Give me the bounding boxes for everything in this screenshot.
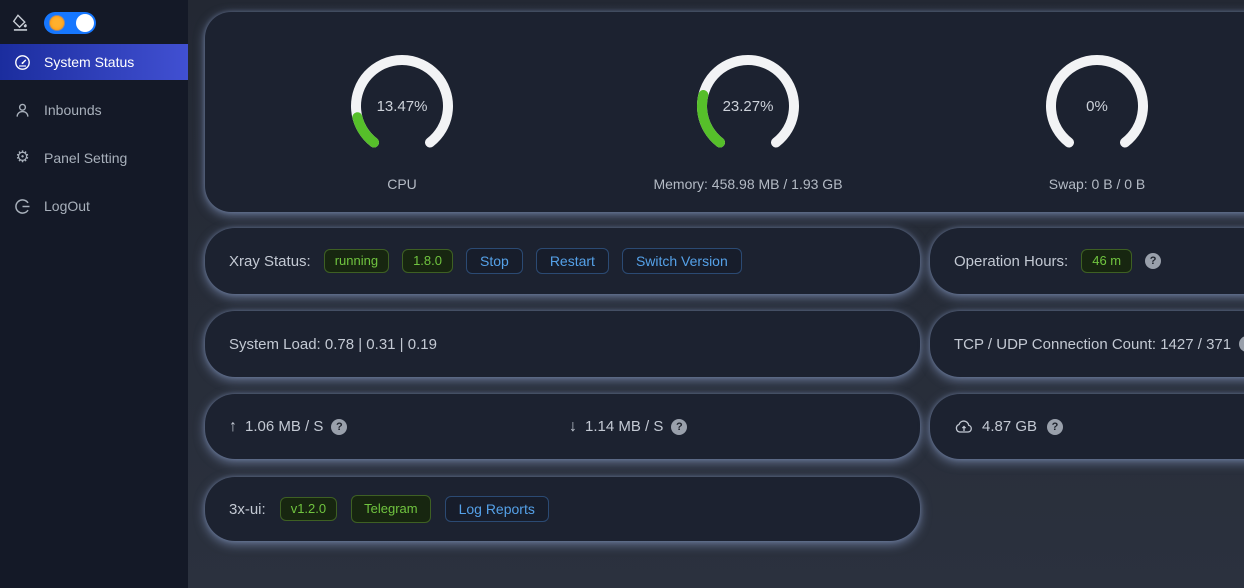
telegram-tag[interactable]: Telegram bbox=[351, 495, 430, 523]
download-speed-group: ↓ 1.14 MB / S ? bbox=[569, 418, 896, 436]
user-icon bbox=[14, 102, 31, 119]
gear-icon: ⚙ bbox=[14, 150, 31, 166]
memory-label: Memory: 458.98 MB / 1.93 GB bbox=[653, 176, 842, 192]
swap-gauge: 0% Swap: 0 B / 0 B bbox=[1027, 46, 1167, 166]
sun-icon bbox=[50, 16, 64, 30]
sidebar-header bbox=[0, 0, 188, 38]
dashboard-icon bbox=[14, 54, 31, 71]
restart-button[interactable]: Restart bbox=[536, 248, 609, 274]
cpu-percent: 13.47% bbox=[342, 46, 462, 166]
question-icon[interactable]: ? bbox=[331, 419, 347, 435]
sidebar-item-label: System Status bbox=[44, 54, 134, 70]
connection-count-text: TCP / UDP Connection Count: 1427 / 371 bbox=[954, 336, 1231, 353]
question-icon[interactable]: ? bbox=[1145, 253, 1161, 269]
sidebar-item-logout[interactable]: LogOut bbox=[0, 188, 188, 224]
upload-speed-text: 1.06 MB / S bbox=[245, 418, 323, 435]
xray-status-label: Xray Status: bbox=[229, 253, 311, 270]
system-load-text: System Load: 0.78 | 0.31 | 0.19 bbox=[229, 336, 437, 353]
resource-gauges-card: 13.47% CPU 23.27% Memory: 458.98 MB / 1.… bbox=[205, 12, 1244, 212]
stop-button[interactable]: Stop bbox=[466, 248, 523, 274]
sidebar-item-panel-setting[interactable]: ⚙ Panel Setting bbox=[0, 140, 188, 176]
panel-version-tag: v1.2.0 bbox=[280, 497, 337, 521]
logout-icon bbox=[14, 198, 31, 215]
download-speed-text: 1.14 MB / S bbox=[585, 418, 663, 435]
cloud-upload-icon bbox=[954, 419, 974, 435]
question-icon[interactable]: ? bbox=[1047, 419, 1063, 435]
sidebar: System Status Inbounds ⚙ Panel Setting bbox=[0, 0, 188, 588]
memory-gauge-arc: 23.27% bbox=[688, 46, 808, 166]
sidebar-item-system-status[interactable]: System Status bbox=[0, 44, 188, 80]
swap-label: Swap: 0 B / 0 B bbox=[1049, 176, 1146, 192]
xray-status-card: Xray Status: running 1.8.0 Stop Restart … bbox=[205, 228, 920, 294]
cpu-label: CPU bbox=[387, 176, 417, 192]
sidebar-item-label: LogOut bbox=[44, 198, 90, 214]
question-icon[interactable]: ? bbox=[1239, 336, 1244, 352]
system-load-card: System Load: 0.78 | 0.31 | 0.19 bbox=[205, 311, 920, 377]
memory-percent: 23.27% bbox=[688, 46, 808, 166]
main-content: 13.47% CPU 23.27% Memory: 458.98 MB / 1.… bbox=[188, 0, 1244, 588]
question-icon[interactable]: ? bbox=[671, 419, 687, 435]
memory-gauge: 23.27% Memory: 458.98 MB / 1.93 GB bbox=[678, 46, 818, 166]
download-arrow-icon: ↓ bbox=[569, 418, 577, 436]
theme-icon bbox=[12, 14, 29, 31]
swap-percent: 0% bbox=[1037, 46, 1157, 166]
cpu-gauge-arc: 13.47% bbox=[342, 46, 462, 166]
app-root: System Status Inbounds ⚙ Panel Setting bbox=[0, 0, 1244, 588]
toggle-knob bbox=[76, 14, 94, 32]
log-reports-button[interactable]: Log Reports bbox=[445, 496, 549, 522]
cpu-gauge: 13.47% CPU bbox=[332, 46, 472, 166]
sidebar-item-label: Inbounds bbox=[44, 102, 102, 118]
switch-version-button[interactable]: Switch Version bbox=[622, 248, 742, 274]
sidebar-item-label: Panel Setting bbox=[44, 150, 127, 166]
panel-version-card: 3x-ui: v1.2.0 Telegram Log Reports bbox=[205, 477, 920, 541]
sidebar-item-inbounds[interactable]: Inbounds bbox=[0, 92, 188, 128]
operation-hours-tag: 46 m bbox=[1081, 249, 1132, 273]
total-usage-text: 4.87 GB bbox=[982, 418, 1037, 435]
panel-label: 3x-ui: bbox=[229, 501, 266, 518]
sidebar-menu: System Status Inbounds ⚙ Panel Setting bbox=[0, 44, 188, 236]
operation-hours-card: Operation Hours: 46 m ? bbox=[930, 228, 1244, 294]
xray-status-tag: running bbox=[324, 249, 389, 273]
dark-mode-toggle[interactable] bbox=[44, 12, 96, 34]
swap-gauge-arc: 0% bbox=[1037, 46, 1157, 166]
xray-version-tag: 1.8.0 bbox=[402, 249, 453, 273]
total-usage-card: 4.87 GB ? bbox=[930, 394, 1244, 459]
connection-count-card: TCP / UDP Connection Count: 1427 / 371 ? bbox=[930, 311, 1244, 377]
upload-speed-group: ↑ 1.06 MB / S ? bbox=[229, 418, 556, 436]
upload-arrow-icon: ↑ bbox=[229, 418, 237, 436]
network-speed-card: ↑ 1.06 MB / S ? ↓ 1.14 MB / S ? bbox=[205, 394, 920, 459]
operation-hours-label: Operation Hours: bbox=[954, 253, 1068, 270]
